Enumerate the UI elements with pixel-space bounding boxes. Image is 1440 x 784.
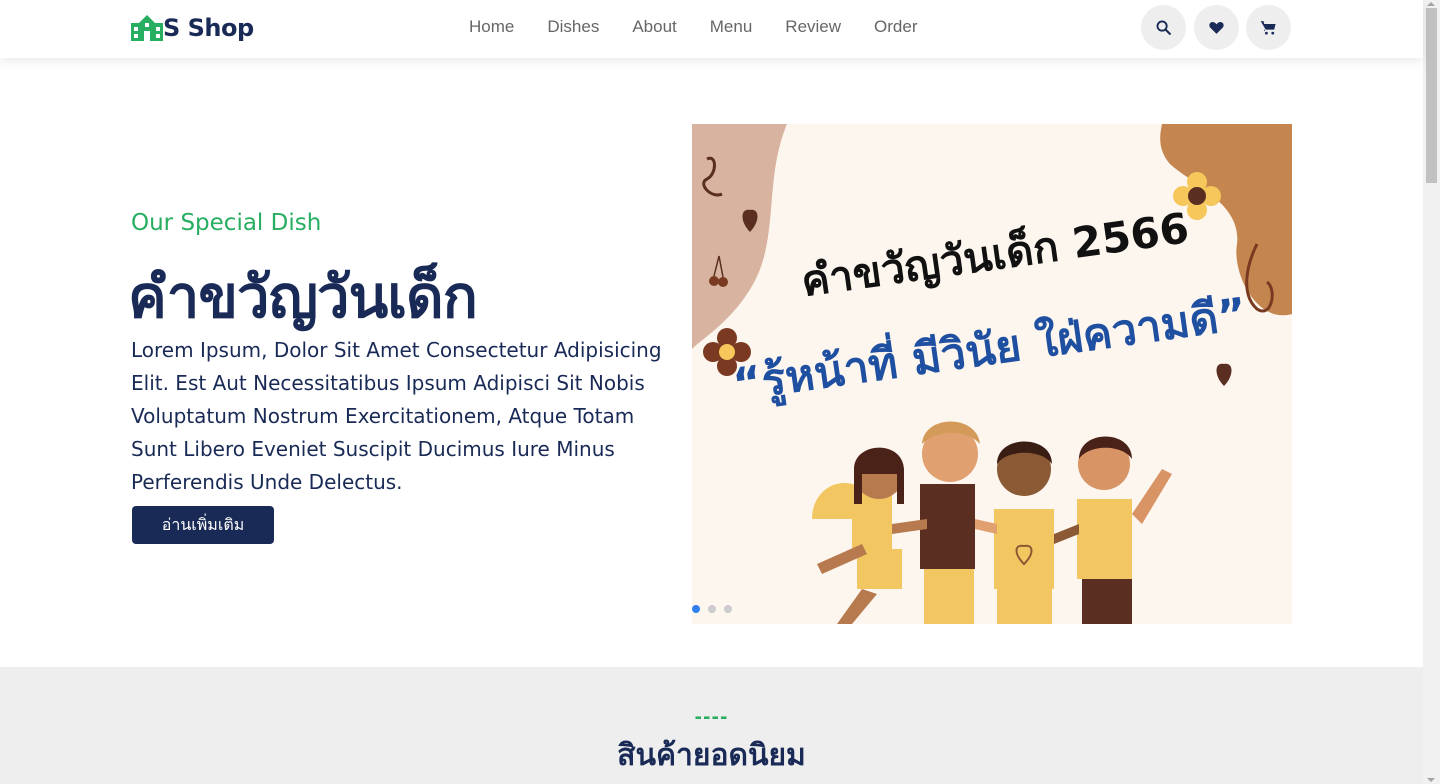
hero-title: คำขวัญวันเด็ก xyxy=(128,263,478,331)
slide-dot-1[interactable] xyxy=(692,605,700,613)
nav-order[interactable]: Order xyxy=(874,17,917,37)
slide-dot-2[interactable] xyxy=(708,605,716,613)
scroll-up-arrow-icon[interactable] xyxy=(1427,2,1435,6)
nav-dishes[interactable]: Dishes xyxy=(547,17,599,37)
read-more-button[interactable]: อ่านเพิ่มเติม xyxy=(132,506,274,544)
cart-button[interactable] xyxy=(1246,5,1291,50)
hero-subtitle: Our Special Dish xyxy=(131,210,322,236)
nav-home[interactable]: Home xyxy=(469,17,514,37)
section-title: สินค้ายอดนิยม xyxy=(617,738,806,773)
logo-text: S Shop xyxy=(163,14,254,42)
school-building-icon xyxy=(131,15,163,41)
search-button[interactable] xyxy=(1141,5,1186,50)
slide-pagination xyxy=(692,605,740,613)
heart-icon xyxy=(1209,22,1224,34)
page-scrollbar[interactable] xyxy=(1423,0,1440,784)
scroll-down-arrow-icon[interactable] xyxy=(1427,778,1435,782)
section-dash: ---- xyxy=(694,707,729,728)
main-nav: Home Dishes About Menu Review Order xyxy=(469,17,951,37)
slide-dot-3[interactable] xyxy=(724,605,732,613)
logo[interactable]: S Shop xyxy=(131,14,254,42)
nav-review[interactable]: Review xyxy=(785,17,841,37)
nav-about[interactable]: About xyxy=(632,17,676,37)
children-day-illustration: คำขวัญวันเด็ก 2566 “รู้หน้าที่ มีวินัย ใ… xyxy=(692,124,1292,624)
search-icon xyxy=(1156,20,1171,35)
site-header: S Shop Home Dishes About Menu Review Ord… xyxy=(0,0,1423,58)
nav-menu[interactable]: Menu xyxy=(710,17,753,37)
hero-description: Lorem Ipsum, Dolor Sit Amet Consectetur … xyxy=(131,338,662,494)
favorites-button[interactable] xyxy=(1194,5,1239,50)
scroll-thumb[interactable] xyxy=(1426,8,1437,183)
hero-slide-image: คำขวัญวันเด็ก 2566 “รู้หน้าที่ มีวินัย ใ… xyxy=(692,124,1292,624)
cart-icon xyxy=(1260,21,1276,35)
